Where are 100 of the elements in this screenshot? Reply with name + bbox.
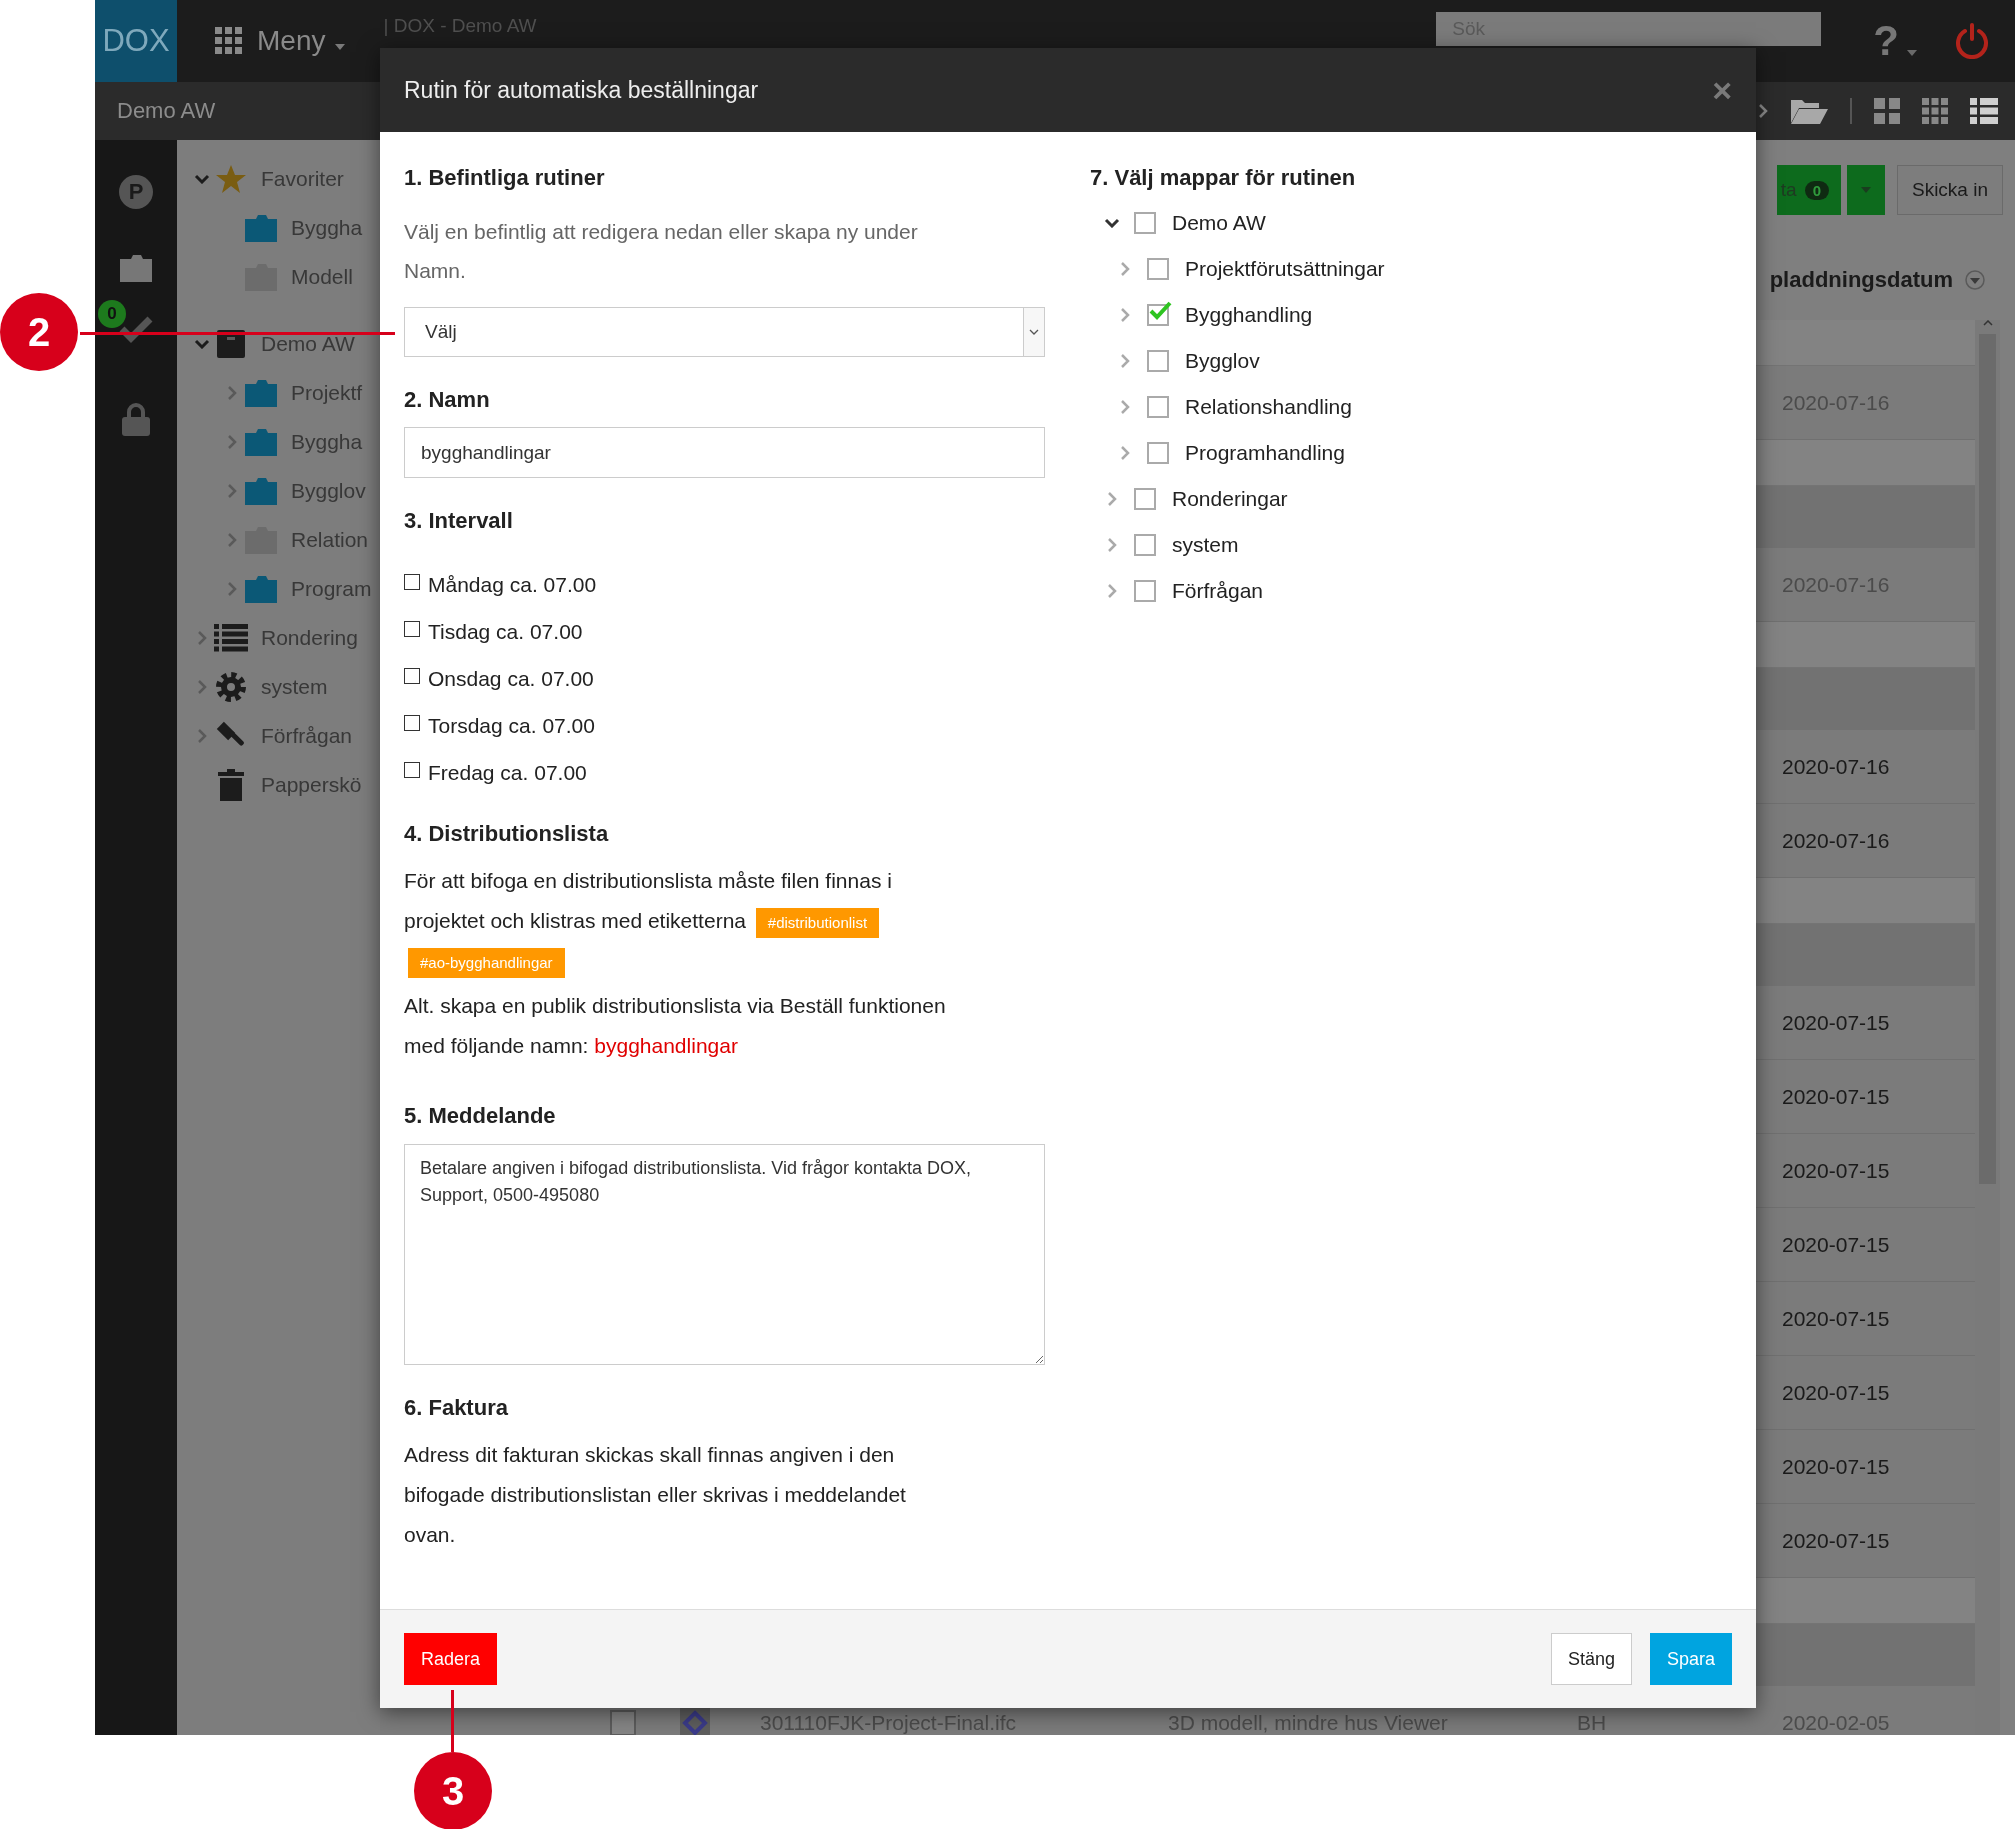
tree-item[interactable]: Byggha — [291, 215, 363, 240]
chevron-right-icon[interactable] — [197, 727, 207, 744]
folder-label[interactable]: Demo AW — [1172, 211, 1266, 235]
tree-item[interactable]: Papperskö — [261, 772, 362, 797]
tree-item[interactable]: Rondering — [261, 625, 358, 650]
tree-item[interactable]: Projektf — [291, 380, 363, 405]
trash-icon — [218, 768, 244, 801]
tree-item[interactable]: Favoriter — [261, 166, 344, 191]
checkbox[interactable] — [404, 573, 420, 590]
folder-label[interactable]: Programhandling — [1185, 441, 1345, 465]
chevron-right-icon[interactable] — [197, 678, 207, 695]
chevron-right-icon[interactable] — [227, 433, 237, 450]
checkbox[interactable] — [610, 1709, 636, 1735]
date-cell-text: 2020-07-15 — [1782, 1306, 1891, 1331]
tree-item[interactable]: Program — [291, 576, 372, 601]
folder-icon[interactable] — [119, 253, 153, 283]
folder-label[interactable]: Förfrågan — [1172, 579, 1264, 603]
chevron-right-icon[interactable] — [1120, 445, 1130, 461]
checkbox[interactable] — [1134, 488, 1156, 510]
chevron-right-icon[interactable] — [1107, 537, 1117, 553]
chevron-right-icon[interactable] — [1120, 399, 1130, 415]
close-dialog-button[interactable]: Stäng — [1550, 1633, 1632, 1685]
checkbox[interactable] — [1147, 258, 1169, 280]
checkbox-label[interactable]: Torsdag ca. 07.00 — [428, 713, 595, 738]
date-cell-text: 2020-07-15 — [1782, 1084, 1891, 1109]
folder-label[interactable]: Ronderingar — [1172, 487, 1288, 511]
folder-label[interactable]: Projektförutsättningar — [1185, 257, 1385, 281]
checkbox[interactable] — [1147, 350, 1169, 372]
tree-item[interactable]: Demo AW — [261, 331, 355, 356]
sort-icon[interactable] — [1965, 270, 1985, 290]
menu-button[interactable]: Meny — [257, 25, 326, 57]
caret-icon — [335, 44, 346, 50]
routine-select[interactable]: Välj — [404, 307, 1045, 357]
checkbox[interactable] — [404, 714, 420, 731]
name-field[interactable]: bygghandlingar — [404, 427, 1045, 478]
chevron-right-icon[interactable] — [1120, 353, 1130, 369]
list-view-icon[interactable] — [1970, 98, 1998, 124]
checkbox[interactable] — [1147, 304, 1169, 326]
tree-item[interactable]: Byggha — [291, 429, 363, 454]
close-button[interactable]: × — [1712, 70, 1732, 110]
tree-item[interactable]: system — [261, 674, 328, 699]
chevron-right-icon[interactable] — [1107, 491, 1117, 507]
column-header[interactable]: pladdningsdatum — [1769, 267, 1953, 293]
date-cell-text: 2020-07-15 — [1782, 1158, 1891, 1183]
tree-item[interactable]: Modell — [291, 264, 353, 289]
chevron-down-icon[interactable] — [1104, 218, 1120, 228]
tree-item[interactable]: Förfrågan — [261, 723, 353, 748]
gear-icon — [215, 670, 247, 703]
tree-item[interactable]: Bygglov — [291, 478, 366, 503]
checkbox[interactable] — [1134, 212, 1156, 234]
message-field[interactable]: Betalare angiven i bifogad distributionslista. Vid frågor kontakta DOX, Support, 0500-495080 — [404, 1144, 1045, 1365]
checkbox-label[interactable]: Måndag ca. 07.00 — [428, 572, 597, 597]
folder-icon — [244, 377, 278, 408]
checkbox[interactable] — [1147, 396, 1169, 418]
checkbox[interactable] — [404, 667, 420, 684]
chevron-right-icon[interactable] — [1107, 583, 1117, 599]
caret-up-icon[interactable] — [1982, 320, 1993, 326]
lock-icon[interactable] — [121, 403, 151, 437]
save-button[interactable]: Spara — [1649, 1633, 1732, 1685]
chevron-right-icon[interactable] — [227, 531, 237, 548]
checkbox[interactable] — [404, 620, 420, 637]
delete-button[interactable]: Radera — [404, 1633, 498, 1685]
checkbox-label[interactable]: Onsdag ca. 07.00 — [428, 666, 594, 691]
chevron-right-icon[interactable] — [227, 580, 237, 597]
count-badge: 0 — [98, 300, 126, 328]
section-heading: 4. Distributionslista — [404, 821, 610, 847]
checkbox[interactable] — [1134, 534, 1156, 556]
date-cell-text: 2020-07-15 — [1782, 1454, 1891, 1479]
checkmark-icon[interactable] — [118, 314, 154, 344]
dropdown-button[interactable] — [1846, 165, 1885, 215]
chevron-right-icon[interactable] — [227, 384, 237, 401]
chevron-right-icon[interactable] — [227, 482, 237, 499]
open-folder-icon[interactable] — [1790, 97, 1828, 125]
large-grid-icon[interactable] — [1874, 98, 1900, 124]
tree-item[interactable]: Relation — [291, 527, 369, 552]
checkbox[interactable] — [1147, 442, 1169, 464]
dialog-title: Rutin för automatiska beställningar — [404, 76, 759, 104]
caret-icon — [1860, 187, 1871, 193]
tag-badge: #distributionlist — [755, 908, 880, 938]
grid-icon[interactable] — [215, 27, 243, 55]
chevron-right-icon[interactable] — [1120, 307, 1130, 323]
date-cell-text: 2020-07-16 — [1782, 754, 1891, 779]
checkbox[interactable] — [404, 761, 420, 778]
chevron-right-icon[interactable] — [1120, 261, 1130, 277]
checkbox-label[interactable]: Fredag ca. 07.00 — [428, 760, 587, 785]
folder-label[interactable]: Bygglov — [1185, 349, 1260, 373]
parking-button[interactable]: P — [119, 175, 153, 209]
small-grid-icon[interactable] — [1922, 98, 1948, 124]
help-button[interactable]: ? — [1873, 17, 1899, 65]
checkbox[interactable] — [1134, 580, 1156, 602]
checkbox-label[interactable]: Tisdag ca. 07.00 — [428, 619, 583, 644]
list-icon — [214, 623, 248, 652]
submit-button[interactable]: Skicka in — [1896, 165, 2003, 215]
power-icon[interactable] — [1955, 23, 1989, 59]
chevron-right-icon[interactable] — [197, 629, 207, 646]
list-name: bygghandlingar — [594, 1034, 738, 1057]
folder-label[interactable]: system — [1172, 533, 1239, 557]
chevron-right-icon[interactable] — [1758, 103, 1768, 119]
folder-label[interactable]: Bygghandling — [1185, 303, 1313, 327]
folder-label[interactable]: Relationshandling — [1185, 395, 1352, 419]
